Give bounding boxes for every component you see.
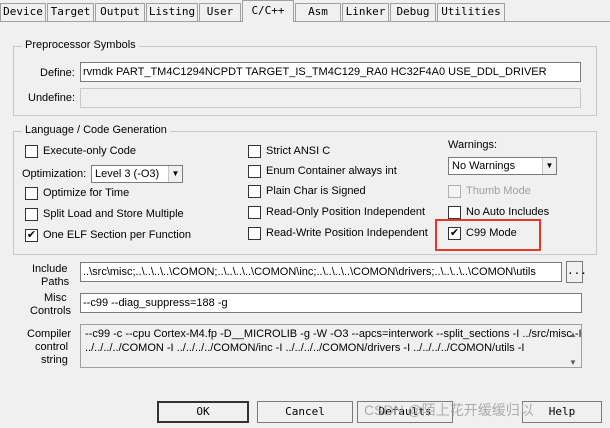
codegen-title: Language / Code Generation	[22, 124, 170, 136]
c99-mode-label: C99 Mode	[466, 227, 517, 239]
misc-controls-input[interactable]: --c99 --diag_suppress=188 -g	[80, 293, 582, 313]
undefine-input[interactable]	[80, 88, 581, 108]
tab-utilities[interactable]: Utilities	[437, 3, 505, 21]
tab-asm[interactable]: Asm	[295, 3, 341, 21]
split-load-checkbox[interactable]	[25, 208, 38, 221]
compiler-string-area[interactable]: --c99 -c --cpu Cortex-M4.fp -D__MICROLIB…	[80, 324, 582, 368]
tab-bar: Device Target Output Listing User C/C++ …	[0, 0, 610, 22]
cancel-button[interactable]: Cancel	[257, 401, 353, 423]
compiler-string-line2: ../../../../COMON -I ../../../../COMON/i…	[85, 342, 525, 354]
thumb-mode-checkbox[interactable]	[448, 185, 461, 198]
scroll-up-icon[interactable]: ▲	[566, 328, 580, 342]
thumb-mode-label: Thumb Mode	[466, 185, 531, 197]
optimize-time-checkbox[interactable]	[25, 187, 38, 200]
rw-pi-label: Read-Write Position Independent	[266, 227, 428, 239]
split-load-label: Split Load and Store Multiple	[43, 208, 184, 220]
tab-debug[interactable]: Debug	[390, 3, 436, 21]
warnings-select[interactable]: No Warnings ▼	[448, 157, 557, 175]
optimization-value: Level 3 (-O3)	[95, 168, 160, 180]
optimize-time-label: Optimize for Time	[43, 187, 130, 199]
rw-pi-checkbox[interactable]	[248, 227, 261, 240]
ro-pi-checkbox[interactable]	[248, 206, 261, 219]
tab-divider	[0, 21, 610, 22]
strict-ansi-label: Strict ANSI C	[266, 145, 331, 157]
tab-output[interactable]: Output	[95, 3, 145, 21]
compiler-label-line3: string	[41, 354, 68, 366]
c99-mode-checkbox[interactable]: ✔	[448, 227, 461, 240]
vertical-scrollbar[interactable]: ▲ ▼	[566, 326, 580, 367]
ro-pi-label: Read-Only Position Independent	[266, 206, 425, 218]
compiler-label-line1: Compiler	[27, 328, 72, 340]
compiler-label-line2: control	[35, 341, 69, 353]
check-icon: ✔	[449, 227, 460, 239]
include-label-line2: Paths	[41, 276, 70, 288]
tab-listing[interactable]: Listing	[146, 3, 198, 21]
misc-label-line1: Misc	[44, 292, 67, 304]
execute-only-checkbox[interactable]	[25, 145, 38, 158]
undefine-label: Undefine:	[28, 92, 76, 104]
watermark-text: CSDN @陌上花开缓缓归以	[364, 402, 534, 418]
one-elf-checkbox[interactable]: ✔	[25, 229, 38, 242]
warnings-value: No Warnings	[452, 160, 516, 172]
optimization-select[interactable]: Level 3 (-O3) ▼	[91, 165, 183, 183]
include-label-line1: Include	[32, 263, 68, 275]
tab-device[interactable]: Device	[0, 3, 46, 21]
scroll-down-icon[interactable]: ▼	[566, 356, 580, 367]
plain-char-label: Plain Char is Signed	[266, 185, 366, 197]
check-icon: ✔	[26, 229, 37, 241]
misc-label-line2: Controls	[30, 305, 71, 317]
ok-button[interactable]: OK	[157, 401, 249, 423]
chevron-down-icon: ▼	[168, 166, 182, 182]
preprocessor-title: Preprocessor Symbols	[22, 39, 139, 51]
browse-button[interactable]: ...	[566, 261, 587, 283]
one-elf-label: One ELF Section per Function	[43, 229, 191, 241]
no-auto-includes-checkbox[interactable]	[448, 206, 461, 219]
chevron-down-icon: ▼	[542, 158, 556, 174]
help-button[interactable]: Help	[522, 401, 602, 423]
compiler-string-line1: --c99 -c --cpu Cortex-M4.fp -D__MICROLIB…	[85, 328, 582, 340]
define-input[interactable]: rvmdk PART_TM4C1294NCPDT TARGET_IS_TM4C1…	[80, 62, 581, 82]
no-auto-includes-label: No Auto Includes	[466, 206, 550, 218]
tab-c-cpp[interactable]: C/C++	[242, 0, 294, 22]
enum-container-checkbox[interactable]	[248, 165, 261, 178]
tab-user[interactable]: User	[199, 3, 241, 21]
warnings-label: Warnings:	[448, 139, 498, 151]
tab-linker[interactable]: Linker	[342, 3, 389, 21]
include-paths-input[interactable]: ..\src\misc;..\..\..\..\COMON;..\..\..\.…	[80, 262, 562, 282]
execute-only-label: Execute-only Code	[43, 145, 136, 157]
optimization-label: Optimization:	[22, 168, 87, 180]
tab-target[interactable]: Target	[47, 3, 94, 21]
define-label: Define:	[40, 67, 75, 79]
plain-char-checkbox[interactable]	[248, 185, 261, 198]
enum-container-label: Enum Container always int	[266, 165, 397, 177]
strict-ansi-checkbox[interactable]	[248, 145, 261, 158]
